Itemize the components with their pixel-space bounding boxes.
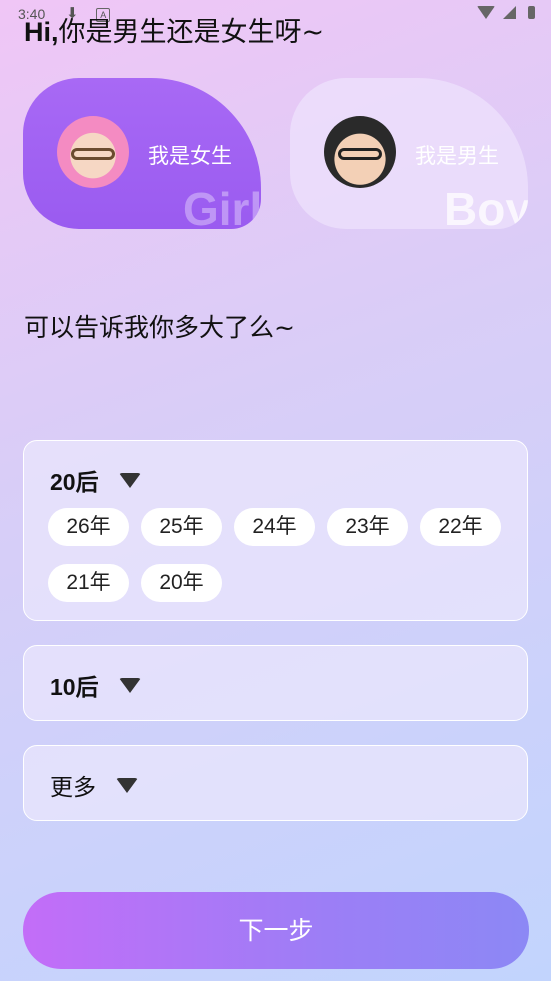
glasses-icon [71,148,115,160]
boy-avatar [324,116,396,188]
boy-label: 我是男生 [415,144,499,168]
gender-question-title: Hi,你是男生还是女生呀~ [24,14,324,51]
caret-down-icon[interactable] [116,777,138,793]
status-icons-right [477,6,535,22]
age-group-20-label: 20后 [50,469,99,495]
year-chip[interactable]: 26年 [48,508,129,546]
age-group-10[interactable]: 10后 [23,645,528,721]
caret-down-icon[interactable] [118,677,141,693]
age-question: 可以告诉我你多大了么~ [24,313,295,342]
girl-watermark: Girl [183,183,261,229]
girl-avatar [57,116,129,188]
age-group-20: 20后 26年 25年 24年 23年 22年 21年 20年 [23,440,528,621]
year-chip[interactable]: 20年 [141,564,222,602]
next-step-button[interactable]: 下一步 [23,892,529,969]
age-group-more[interactable]: 更多 [23,745,528,821]
battery-icon [528,6,535,19]
greeting-question: 你是男生还是女生呀~ [58,17,325,48]
age-group-10-header[interactable]: 10后 [50,668,141,702]
wifi-icon [477,6,496,19]
greeting-hi: Hi, [24,17,59,47]
age-group-10-label: 10后 [50,674,99,700]
signal-icon [503,6,517,19]
age-group-more-label: 更多 [50,775,96,801]
year-chip[interactable]: 23年 [327,508,408,546]
caret-down-icon[interactable] [118,472,141,488]
age-group-more-header[interactable]: 更多 [50,768,138,802]
glasses-icon [338,148,382,160]
year-chips: 26年 25年 24年 23年 22年 21年 20年 [48,508,518,620]
boy-card[interactable]: 我是男生 Boy [290,78,528,229]
boy-watermark: Boy [444,183,528,229]
girl-card[interactable]: 我是女生 Girl [23,78,261,229]
girl-label: 我是女生 [148,144,232,168]
year-chip[interactable]: 21年 [48,564,129,602]
year-chip[interactable]: 22年 [420,508,501,546]
year-chip[interactable]: 24年 [234,508,315,546]
year-chip[interactable]: 25年 [141,508,222,546]
age-group-20-header[interactable]: 20后 [50,463,141,497]
